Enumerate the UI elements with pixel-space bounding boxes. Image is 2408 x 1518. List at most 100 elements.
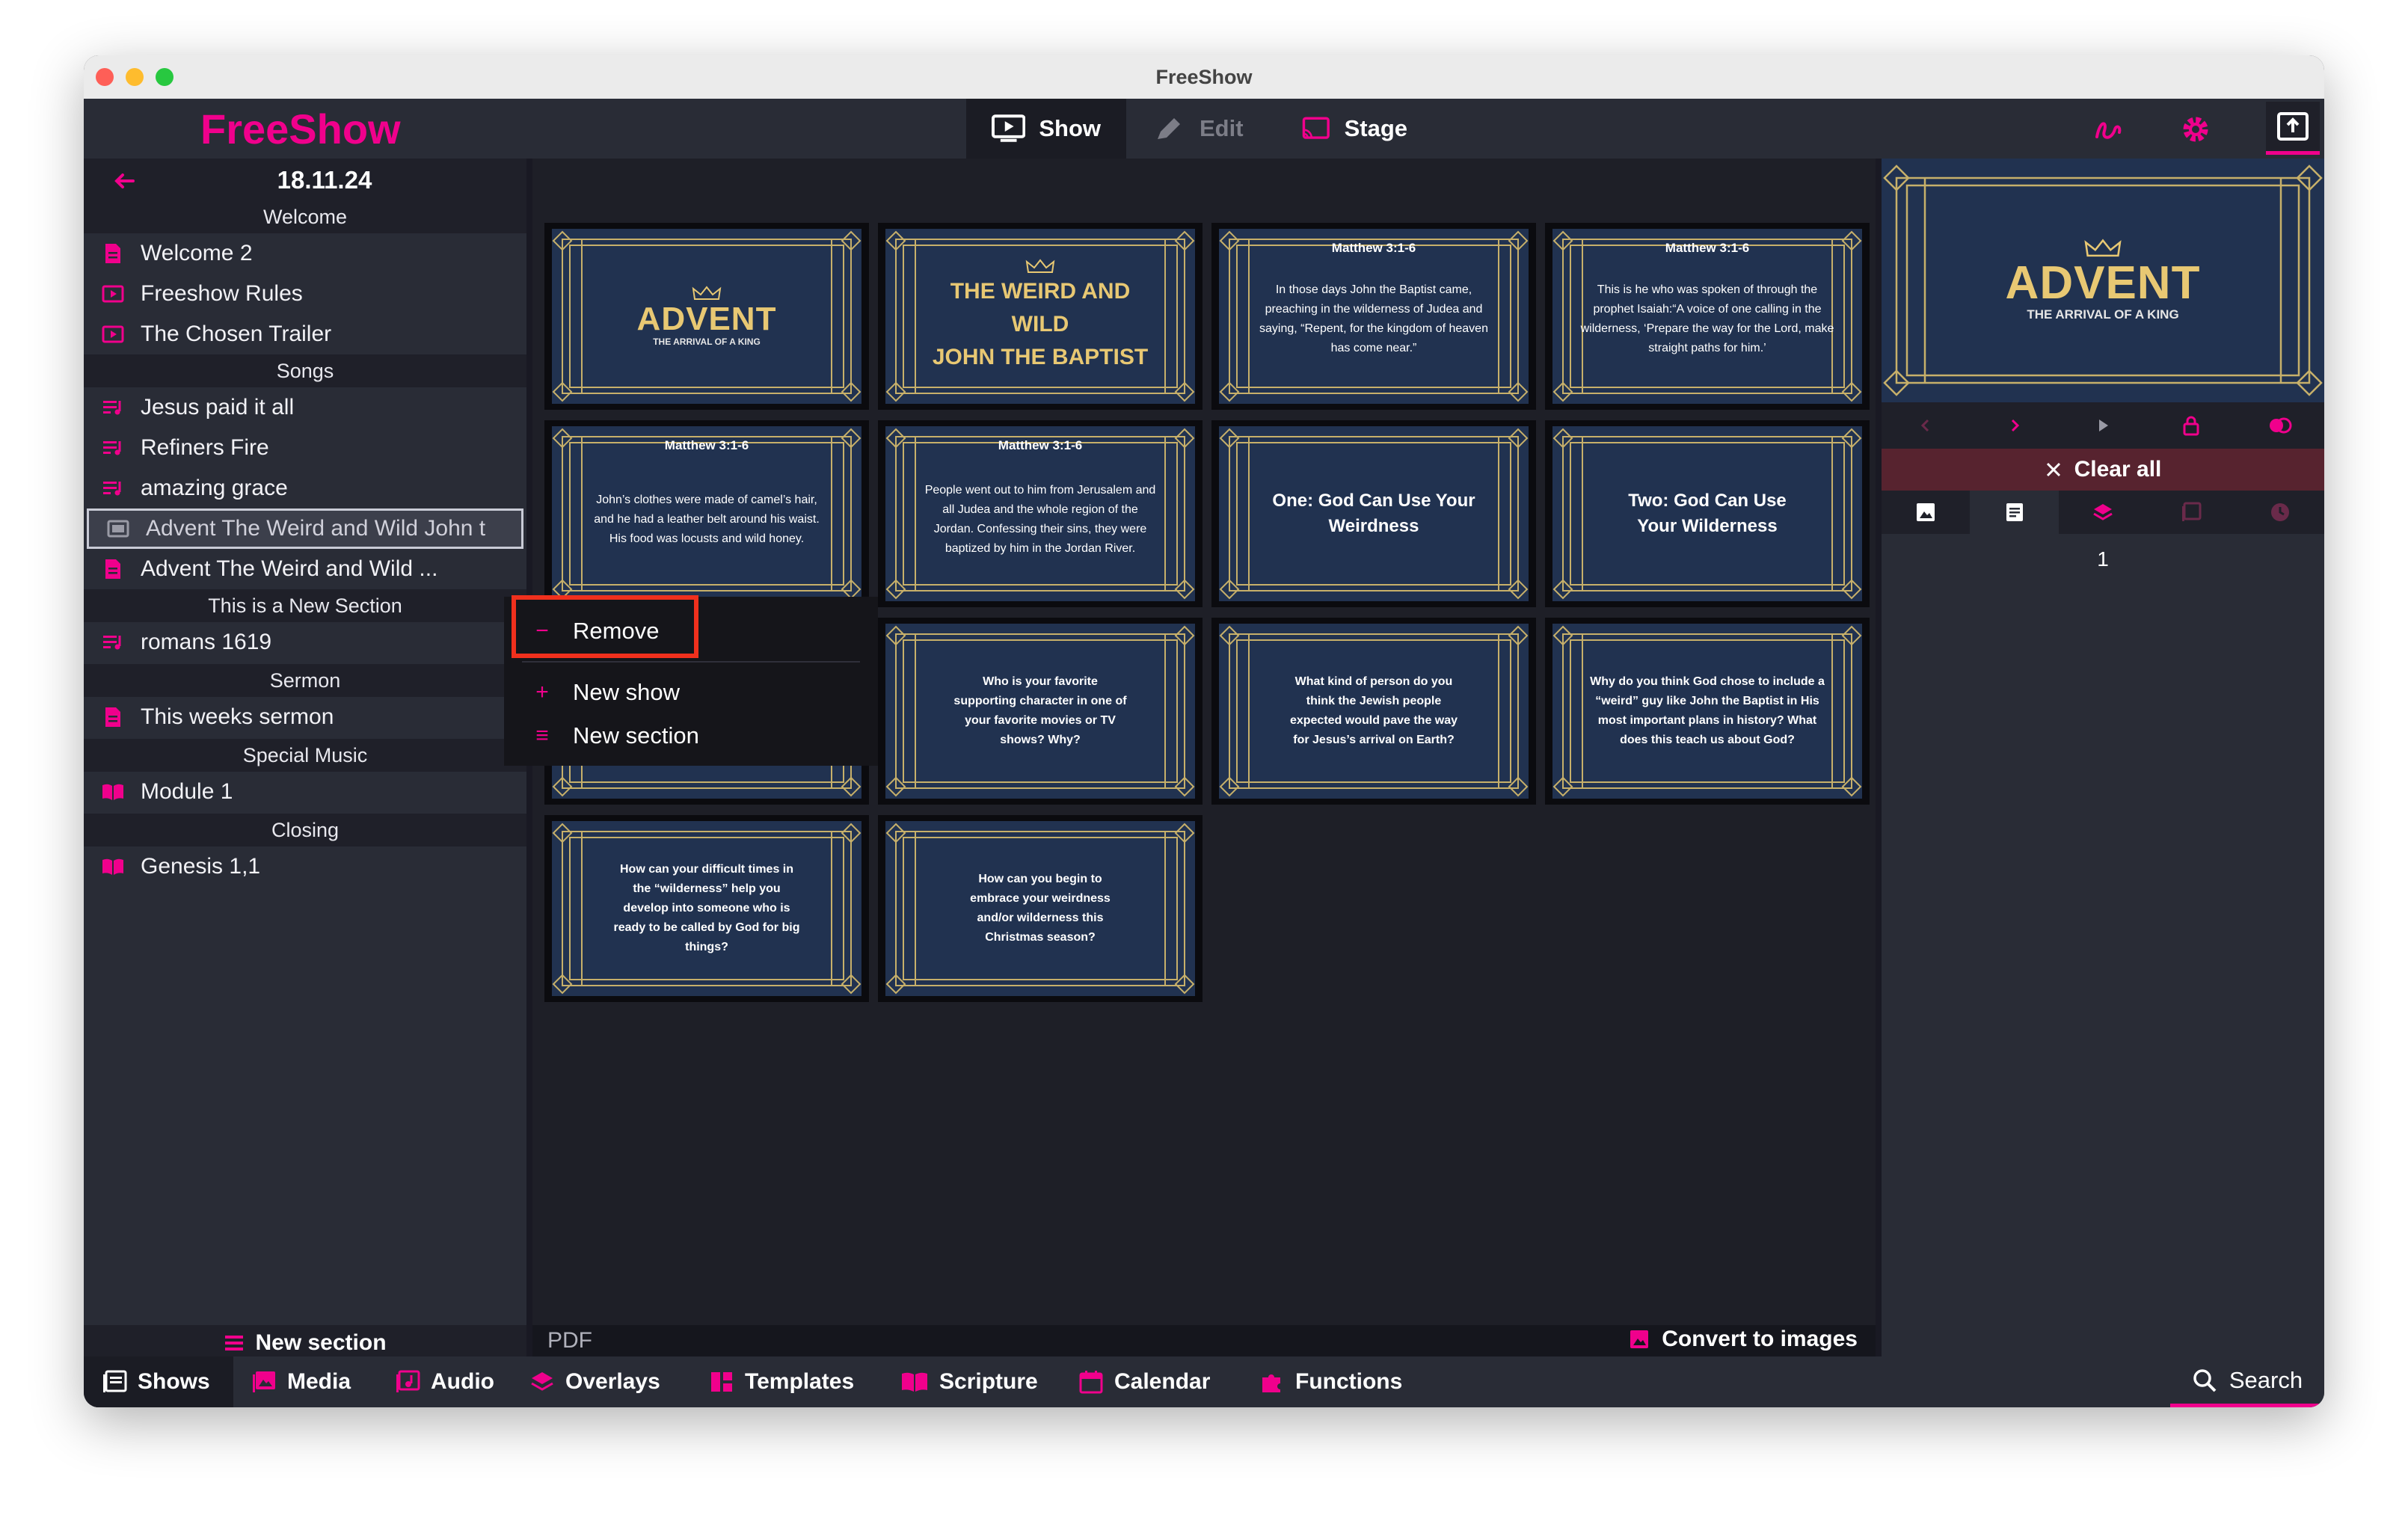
slide-body: What kind of person do you think the Jew…	[1289, 675, 1458, 746]
show-item[interactable]: Advent The Weird and Wild ...	[84, 549, 526, 589]
video-icon	[100, 322, 126, 347]
slide-thumbnail[interactable]: Who is your favorite supporting characte…	[878, 618, 1203, 805]
crown-icon	[1025, 259, 1055, 273]
slide-thumbnail[interactable]: Matthew 3:1-6 John’s clothes were made o…	[544, 420, 869, 607]
show-item[interactable]: Module 1	[84, 772, 526, 812]
layers-icon	[2093, 504, 2113, 520]
bottom-bar: Shows Media Audio Overlays Templates Scr…	[84, 1356, 2324, 1407]
mode-show-tab[interactable]: Show	[966, 99, 1126, 159]
transition-icon[interactable]	[2236, 402, 2324, 449]
slide-thumbnail[interactable]: What kind of person do you think the Jew…	[1211, 618, 1536, 805]
slide-thumbnail[interactable]: Matthew 3:1-6 In those days John the Bap…	[1211, 223, 1536, 410]
mode-edit-label: Edit	[1200, 115, 1244, 141]
convert-label: Convert to images	[1662, 1327, 1858, 1351]
search-icon	[2193, 1368, 2217, 1392]
tab-audio[interactable]: Audio	[377, 1356, 512, 1407]
show-item-selected[interactable]: Advent The Weird and Wild John t	[87, 508, 523, 549]
context-new-show-item[interactable]: + New show	[504, 673, 878, 712]
tab-functions-label: Functions	[1295, 1369, 1403, 1394]
crown-icon	[692, 286, 722, 300]
slide-thumbnail[interactable]: ADVENT THE ARRIVAL OF A KING	[544, 223, 869, 410]
section-header-new-section[interactable]: This is a New Section	[84, 589, 526, 622]
play-icon[interactable]	[2059, 402, 2147, 449]
output-preview[interactable]: ADVENT THE ARRIVAL OF A KING	[1882, 159, 2324, 402]
background-layer-tab[interactable]	[1882, 491, 1970, 534]
document-icon	[100, 704, 126, 730]
tab-shows[interactable]: Shows	[84, 1356, 233, 1407]
slide-thumbnail[interactable]: Matthew 3:1-6 People went out to him fro…	[878, 420, 1203, 607]
new-section-button[interactable]: New section	[84, 1325, 526, 1361]
slide-thumbnail[interactable]: How can you begin to embrace your weirdn…	[878, 815, 1203, 1002]
slide-thumbnail[interactable]: THE WEIRD AND WILD JOHN THE BAPTIST	[878, 223, 1203, 410]
clock-icon	[2270, 503, 2289, 521]
document-lines-icon	[2006, 503, 2023, 521]
section-lines-icon: ≡	[535, 723, 549, 748]
audio-layer-tab[interactable]	[2147, 491, 2235, 534]
layers-icon	[531, 1372, 553, 1391]
slide-text-line: THE WEIRD AND WILD	[950, 279, 1131, 337]
show-item[interactable]: Welcome 2	[84, 233, 526, 274]
show-item[interactable]: romans 1619	[84, 622, 526, 663]
slide-thumbnail[interactable]: How can your difficult times in the “wil…	[544, 815, 869, 1002]
tab-calendar-label: Calendar	[1114, 1369, 1211, 1394]
section-header-special-music[interactable]: Special Music	[84, 739, 526, 772]
tab-calendar[interactable]: Calendar	[1060, 1356, 1228, 1407]
project-panel: 18.11.24 Welcome Welcome 2 Freeshow Rule…	[84, 159, 526, 1361]
show-item[interactable]: Jesus paid it all	[84, 387, 526, 428]
slide-body: John’s clothes were made of camel’s hair…	[594, 494, 820, 545]
mode-edit-tab[interactable]: Edit	[1126, 99, 1276, 159]
tab-templates[interactable]: Templates	[691, 1356, 872, 1407]
book-icon	[100, 779, 126, 805]
image-icon	[1917, 503, 1935, 521]
slide-body: This is he who was spoken of through the…	[1580, 283, 1834, 354]
tab-audio-label: Audio	[431, 1369, 494, 1394]
tab-scripture[interactable]: Scripture	[882, 1356, 1056, 1407]
output-window-icon[interactable]	[2266, 102, 2320, 155]
tab-overlays[interactable]: Overlays	[512, 1356, 678, 1407]
music-icon	[2182, 502, 2202, 521]
tab-media[interactable]: Media	[233, 1356, 369, 1407]
tab-functions[interactable]: Functions	[1241, 1356, 1420, 1407]
mode-stage-tab[interactable]: Stage	[1276, 99, 1433, 159]
layer-number: 1	[2097, 547, 2109, 571]
section-header-welcome[interactable]: Welcome	[84, 200, 526, 233]
clear-all-button[interactable]: Clear all	[1882, 449, 2324, 491]
next-slide-icon[interactable]	[1970, 402, 2058, 449]
slide-thumbnail[interactable]: Matthew 3:1-6 This is he who was spoken …	[1545, 223, 1870, 410]
settings-gear-icon[interactable]	[2175, 109, 2217, 150]
show-item[interactable]: This weeks sermon	[84, 697, 526, 737]
search-button[interactable]: Search	[2170, 1356, 2324, 1407]
pencil-icon	[1158, 118, 1180, 139]
section-header-songs[interactable]: Songs	[84, 354, 526, 387]
show-item[interactable]: Refiners Fire	[84, 428, 526, 468]
section-header-closing[interactable]: Closing	[84, 814, 526, 846]
section-header-sermon[interactable]: Sermon	[84, 664, 526, 697]
overlay-layer-tab[interactable]	[2059, 491, 2147, 534]
show-item-label: This weeks sermon	[141, 704, 334, 729]
slide-thumbnail[interactable]: One: God Can Use Your Weirdness	[1211, 420, 1536, 607]
slide-layer-tab[interactable]	[1970, 491, 2059, 534]
file-type-label: PDF	[547, 1328, 592, 1353]
show-item[interactable]: The Chosen Trailer	[84, 314, 526, 354]
preview-content: ADVENT THE ARRIVAL OF A KING	[1919, 159, 2287, 402]
show-item-label: amazing grace	[141, 476, 288, 500]
context-new-section-item[interactable]: ≡ New section	[504, 716, 878, 755]
preview-subtitle: THE ARRIVAL OF A KING	[2027, 307, 2179, 322]
show-item[interactable]: amazing grace	[84, 468, 526, 508]
show-item[interactable]: Genesis 1,1	[84, 846, 526, 887]
lock-icon[interactable]	[2147, 402, 2235, 449]
puzzle-icon	[1262, 1374, 1280, 1392]
project-header: 18.11.24	[84, 159, 526, 200]
draw-icon[interactable]	[2088, 109, 2130, 150]
convert-to-images-button[interactable]: Convert to images	[1629, 1327, 1858, 1352]
show-item[interactable]: Freeshow Rules	[84, 274, 526, 314]
song-icon	[100, 476, 126, 501]
calendar-icon	[1079, 1371, 1103, 1394]
slide-thumbnail[interactable]: Why do you think God chose to include a …	[1545, 618, 1870, 805]
tab-overlays-label: Overlays	[565, 1369, 660, 1394]
tab-scripture-label: Scripture	[939, 1369, 1038, 1394]
timer-layer-tab[interactable]	[2236, 491, 2324, 534]
show-item-label: Freeshow Rules	[141, 281, 303, 306]
previous-slide-icon[interactable]	[1882, 402, 1970, 449]
slide-thumbnail[interactable]: Two: God Can Use Your Wilderness	[1545, 420, 1870, 607]
